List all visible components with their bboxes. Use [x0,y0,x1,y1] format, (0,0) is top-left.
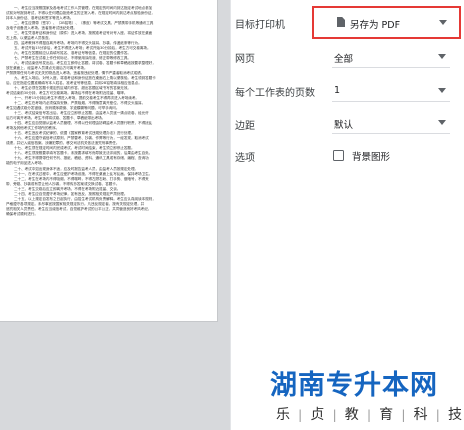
pages-select[interactable]: 全部 [332,46,450,68]
watermark-char: 育 [379,407,394,423]
document-icon [337,17,345,27]
margins-select[interactable]: 默认 [332,112,450,134]
preview-page: 一、考生应当按照国家及各地考试工作人员管理，在规定的时间内到达指定考试地点参加试… [0,0,218,322]
background-graphics-checkbox[interactable] [333,150,344,161]
separator: | [401,408,406,422]
print-preview-pane: 一、考生应当按照国家及各地考试工作人员管理，在规定的时间内到达指定考试地点参加试… [0,0,230,430]
watermark-logo-subtitle: 乐 | 贞 | 教 | 育 | 科 | 技 [276,406,462,424]
margins-value: 默认 [334,120,354,131]
select-underline [332,133,450,134]
chevron-down-icon [438,120,446,125]
separator: | [332,408,337,422]
preview-text-line: 确保考试顺利进行。 [6,211,38,216]
margins-label: 边距 [235,121,255,132]
pages-value: 全部 [334,54,354,65]
pages-per-sheet-value: 1 [334,85,341,96]
chevron-down-icon [438,88,446,93]
pages-label: 网页 [235,54,255,65]
select-underline [332,101,450,102]
background-graphics-label[interactable]: 背景图形 [352,149,390,163]
separator: | [366,408,371,422]
select-underline [332,67,450,68]
print-settings-panel: 目标打印机 另存为 PDF 网页 全部 每个工作表的页数 1 边距 默认 选项 … [231,0,464,430]
watermark-char: 科 [413,407,428,423]
watermark-char: 乐 [276,407,290,423]
chevron-down-icon [439,20,447,25]
options-label: 选项 [235,153,255,164]
pages-per-sheet-select[interactable]: 1 [332,80,450,102]
separator: | [435,408,440,422]
destination-select[interactable]: 另存为 PDF [335,12,451,34]
watermark-char: 技 [447,407,462,423]
watermark-char: 教 [344,407,359,423]
separator: | [298,408,303,422]
pages-per-sheet-label: 每个工作表的页数 [235,88,315,99]
destination-value: 另存为 PDF [350,20,401,31]
watermark-char: 贞 [310,407,325,423]
chevron-down-icon [438,54,446,59]
watermark-logo-title: 湖南专升本网 [270,370,438,401]
destination-label: 目标打印机 [235,20,285,31]
